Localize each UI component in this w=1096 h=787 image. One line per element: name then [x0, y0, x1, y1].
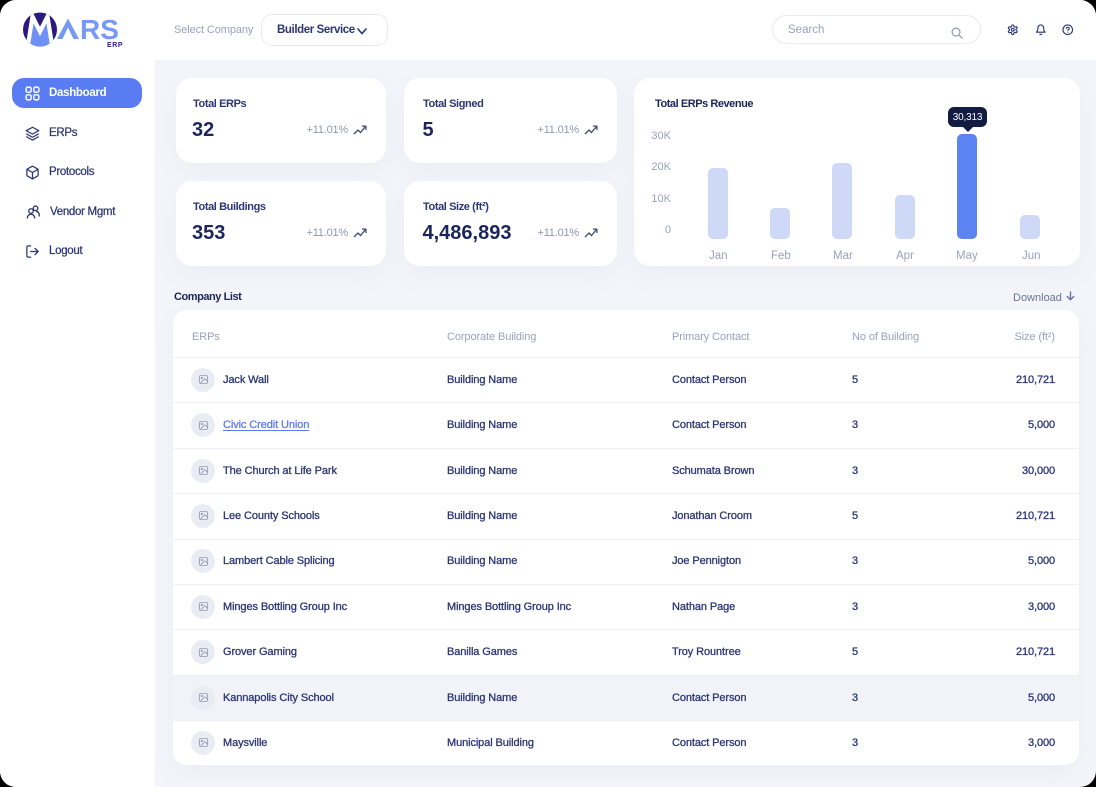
svg-text:RS: RS — [80, 14, 119, 45]
svg-text:ERP: ERP — [107, 42, 123, 49]
